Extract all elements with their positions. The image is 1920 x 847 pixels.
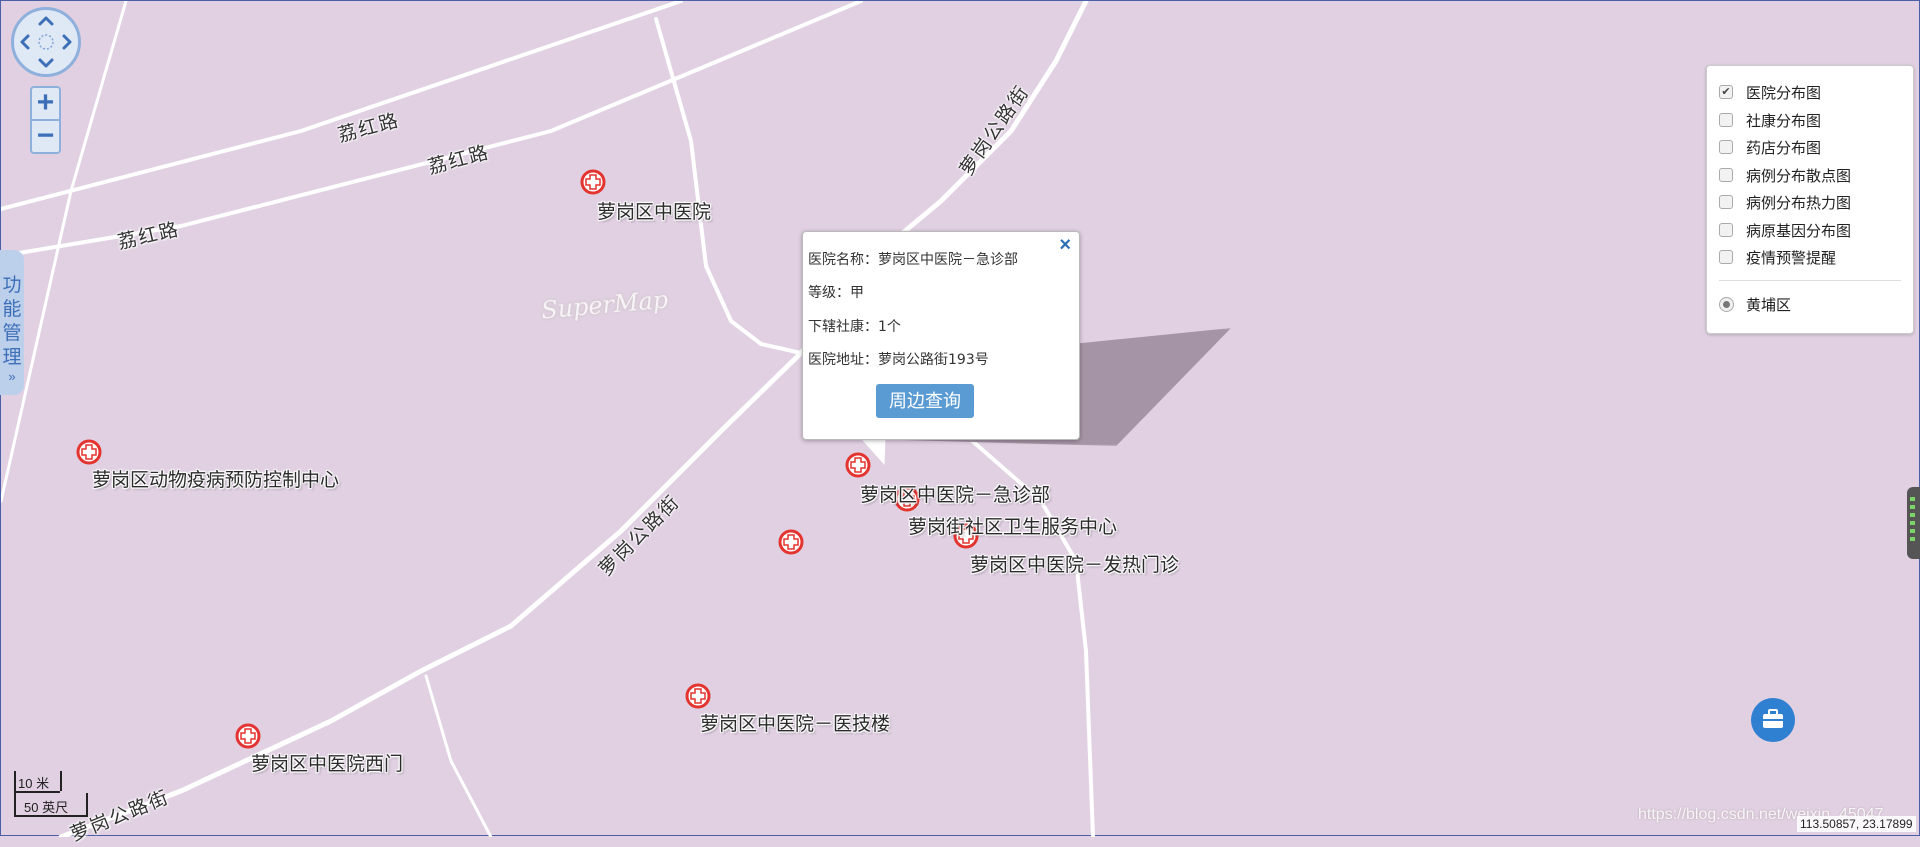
hospital-icon[interactable] [685, 683, 711, 709]
popup-row-label: 等级： [808, 285, 850, 301]
function-management-tab[interactable]: 功能管理 » [0, 250, 24, 395]
road-lower-diagonal [424, 674, 493, 837]
district-label: 黄埔区 [1746, 296, 1792, 314]
scale-bar: 10 米 50 英尺 [14, 769, 88, 817]
layer-label: 药店分布图 [1746, 139, 1822, 157]
briefcase-icon [1763, 709, 1783, 728]
poi-label: 萝岗街社区卫生服务中心 [908, 517, 1118, 538]
scale-imperial: 50 英尺 [24, 800, 69, 815]
zoom-control: + − [30, 86, 61, 154]
function-management-label: 功能管理 [2, 275, 22, 368]
pan-compass-icon [20, 16, 72, 68]
poi-label: 萝岗区动物疫病预防控制中心 [92, 470, 340, 491]
layer-item-pharmacy[interactable]: 药店分布图 [1719, 136, 1821, 158]
hospital-icon[interactable] [845, 452, 871, 478]
popup-row-value: 萝岗公路街193号 [878, 352, 989, 368]
popup-row-value: 萝岗区中医院－急诊部 [878, 252, 1018, 268]
layer-divider [1719, 280, 1901, 281]
layer-item-case-scatter[interactable]: 病例分布散点图 [1719, 164, 1851, 186]
popup-close-button[interactable]: × [1059, 234, 1071, 257]
expand-arrow-icon: » [8, 369, 16, 384]
road-lihong-upper [1, 1, 683, 211]
popup-row-label: 医院名称： [808, 252, 878, 268]
layer-label: 病原基因分布图 [1746, 222, 1852, 240]
hospital-icon[interactable] [235, 723, 261, 749]
checkbox-checked[interactable]: ✔ [1719, 85, 1733, 99]
checkbox[interactable] [1719, 168, 1733, 182]
layer-panel: ✔ 医院分布图 社康分布图 药店分布图 病例分布散点图 病例分布热力图 病原基因分… [1706, 65, 1914, 334]
layer-label: 病例分布热力图 [1746, 194, 1852, 212]
layer-item-case-heat[interactable]: 病例分布热力图 [1719, 191, 1851, 213]
layer-item-community[interactable]: 社康分布图 [1719, 109, 1821, 131]
poi-label: 萝岗区中医院西门 [251, 754, 404, 775]
layer-label: 病例分布散点图 [1746, 167, 1852, 185]
right-panel-handle[interactable] [1907, 487, 1920, 559]
layer-label: 疫情预警提醒 [1746, 249, 1837, 267]
poi-label: 萝岗区中医院－急诊部 [860, 485, 1051, 506]
checkbox[interactable] [1719, 195, 1733, 209]
poi-label: 萝岗区中医院－发热门诊 [970, 555, 1180, 576]
zoom-out-button[interactable]: − [32, 119, 59, 152]
popup-row-community: 下辖社康：1个 [808, 316, 901, 336]
pan-control[interactable] [11, 7, 81, 77]
popup-row-address: 医院地址：萝岗公路街193号 [808, 349, 989, 369]
zoom-in-button[interactable]: + [32, 88, 59, 119]
popup-row-value: 1个 [878, 319, 901, 335]
popup-row-label: 医院地址： [808, 352, 878, 368]
nearby-search-button[interactable]: 周边查询 [876, 384, 974, 418]
checkbox[interactable] [1719, 250, 1733, 264]
road-lihong-lower [1, 1, 863, 258]
checkbox[interactable] [1719, 140, 1733, 154]
hospital-icon[interactable] [580, 169, 606, 195]
coordinate-readout: 113.50857, 23.17899 [1797, 816, 1916, 832]
scale-metric: 10 米 [18, 776, 50, 791]
checkbox[interactable] [1719, 223, 1733, 237]
layer-label: 医院分布图 [1746, 84, 1822, 102]
layer-item-hospital[interactable]: ✔ 医院分布图 [1719, 81, 1821, 103]
popup-row-label: 下辖社康： [808, 319, 878, 335]
district-option[interactable]: 黄埔区 [1719, 293, 1791, 315]
info-popup: × 医院名称：萝岗区中医院－急诊部 等级：甲 下辖社康：1个 医院地址：萝岗公路… [802, 231, 1080, 440]
layer-item-alert[interactable]: 疫情预警提醒 [1719, 246, 1836, 268]
popup-row-name: 医院名称：萝岗区中医院－急诊部 [808, 249, 1018, 269]
popup-row-grade: 等级：甲 [808, 282, 864, 302]
road-branch-ns [654, 17, 803, 355]
popup-row-value: 甲 [850, 285, 864, 301]
layer-item-pathogen[interactable]: 病原基因分布图 [1719, 219, 1851, 241]
hospital-icon[interactable] [778, 529, 804, 555]
hospital-icon[interactable] [76, 439, 102, 465]
checkbox[interactable] [1719, 113, 1733, 127]
poi-label: 萝岗区中医院－医技楼 [700, 714, 891, 735]
radio-selected[interactable] [1719, 296, 1734, 312]
layer-label: 社康分布图 [1746, 112, 1822, 130]
map-canvas[interactable]: 荔红路 荔红路 荔红路 萝岗公路街 萝岗公路街 萝岗公路街 SuperMap 萝… [0, 0, 1920, 846]
poi-label: 萝岗区中医院 [597, 202, 712, 223]
toolbox-button[interactable] [1751, 698, 1795, 742]
